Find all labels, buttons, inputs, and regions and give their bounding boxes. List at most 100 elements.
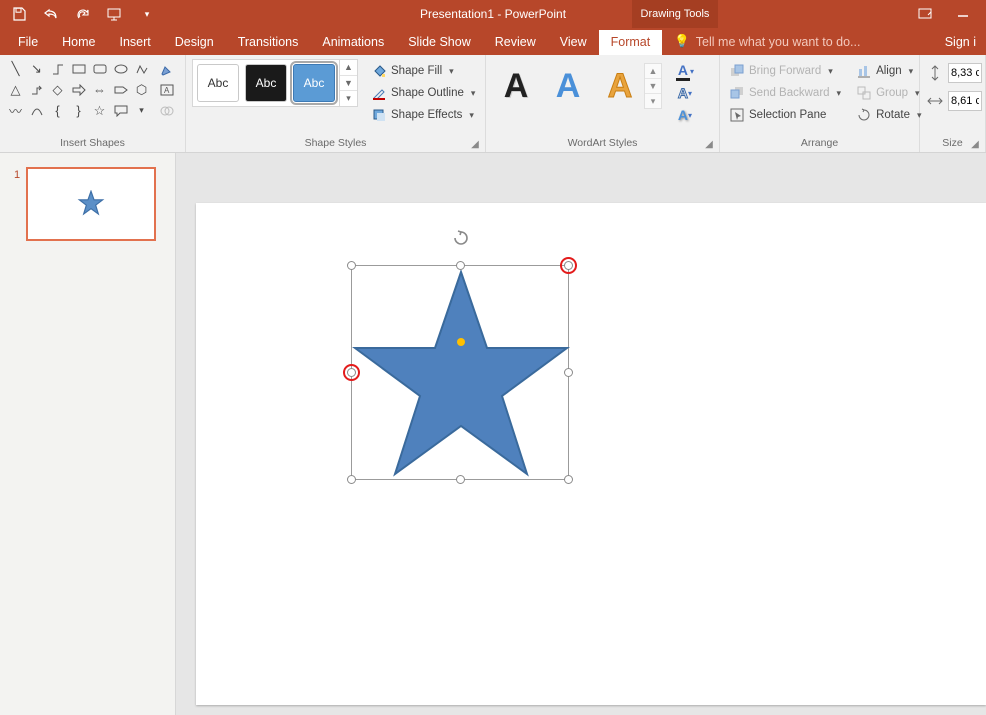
tab-home[interactable]: Home [50, 30, 107, 55]
tell-me-search[interactable]: 💡 Tell me what you want to do... [662, 29, 872, 55]
group-label-insert-shapes: Insert Shapes [0, 137, 185, 152]
ribbon-display-options-icon[interactable] [908, 3, 942, 25]
shape-style-gallery[interactable]: Abc Abc Abc [192, 59, 340, 107]
wordart-preset-3[interactable]: A [598, 63, 642, 109]
selection-frame[interactable] [351, 265, 569, 480]
oval-shape-icon[interactable] [111, 59, 130, 78]
shape-fill-menu[interactable]: Shape Fill▾ [368, 61, 479, 81]
tab-file[interactable]: File [6, 30, 50, 55]
resize-handle-tl[interactable] [347, 261, 356, 270]
width-input[interactable] [948, 91, 982, 111]
tab-review[interactable]: Review [483, 30, 548, 55]
gallery-more-icon[interactable]: ▾ [132, 101, 151, 120]
qat-more-icon[interactable]: ▾ [138, 5, 156, 23]
undo-icon[interactable] [42, 5, 60, 23]
minimize-button[interactable] [946, 3, 980, 25]
callout-shape-icon[interactable] [111, 101, 130, 120]
gallery-up-icon[interactable]: ▲ [340, 60, 357, 76]
resize-handle-t[interactable] [456, 261, 465, 270]
line-shape-icon[interactable]: ╲ [6, 59, 25, 78]
align-icon [857, 64, 871, 78]
text-effects-button[interactable]: A▾ [672, 105, 698, 125]
shape-outline-menu[interactable]: Shape Outline▾ [368, 83, 479, 103]
resize-handle-l[interactable] [347, 368, 356, 377]
save-icon[interactable] [10, 5, 28, 23]
slide-thumbnail-panel[interactable]: 1 [0, 153, 176, 715]
gallery-more-icon[interactable]: ▾ [340, 91, 357, 106]
height-input[interactable] [948, 63, 982, 83]
resize-handle-tr[interactable] [564, 261, 573, 270]
shape-width-field[interactable] [926, 91, 982, 111]
shape-styles-launcher[interactable]: ◢ [469, 138, 481, 150]
diamond-shape-icon[interactable]: ◇ [48, 80, 67, 99]
wordart-gallery[interactable]: A A A [492, 59, 644, 113]
sign-in-link[interactable]: Sign i [935, 30, 986, 55]
tab-transitions[interactable]: Transitions [226, 30, 311, 55]
brace-left-shape-icon[interactable]: { [48, 101, 67, 120]
brace-right-shape-icon[interactable]: } [69, 101, 88, 120]
style-gallery-nav[interactable]: ▲ ▼ ▾ [340, 59, 358, 107]
tab-animations[interactable]: Animations [310, 30, 396, 55]
tab-design[interactable]: Design [163, 30, 226, 55]
tab-view[interactable]: View [548, 30, 599, 55]
edit-shape-button[interactable] [157, 59, 177, 78]
align-menu[interactable]: Align▾ [853, 61, 925, 81]
pentagon-arrow-shape-icon[interactable] [111, 80, 130, 99]
slide-thumbnail-1[interactable] [26, 167, 156, 241]
slide-canvas-area[interactable] [176, 153, 986, 715]
start-slideshow-icon[interactable] [106, 5, 124, 23]
wa-up-icon[interactable]: ▲ [645, 64, 661, 79]
effects-icon [372, 108, 386, 122]
adjustment-handle[interactable] [457, 338, 465, 346]
text-box-button[interactable]: A [157, 80, 177, 99]
style-preset-1[interactable]: Abc [197, 64, 239, 102]
right-arrow-shape-icon[interactable] [69, 80, 88, 99]
gallery-down-icon[interactable]: ▼ [340, 76, 357, 92]
wa-more-icon[interactable]: ▾ [645, 94, 661, 108]
star-shape[interactable] [355, 272, 567, 474]
wordart-preset-2[interactable]: A [546, 63, 590, 109]
tab-slideshow[interactable]: Slide Show [396, 30, 483, 55]
resize-handle-r[interactable] [564, 368, 573, 377]
wordart-preset-1[interactable]: A [494, 63, 538, 109]
line-arrow-shape-icon[interactable]: ↘ [27, 59, 46, 78]
wa-down-icon[interactable]: ▼ [645, 79, 661, 94]
style-preset-3[interactable]: Abc [293, 64, 335, 102]
connector-shape-icon[interactable] [48, 59, 67, 78]
slide-canvas[interactable] [196, 203, 986, 705]
wordart-launcher[interactable]: ◢ [703, 138, 715, 150]
selection-pane-button[interactable]: Selection Pane [726, 105, 845, 125]
star-shape-icon[interactable]: ☆ [90, 101, 109, 120]
left-right-arrow-shape-icon[interactable]: ⇔ [90, 80, 109, 99]
resize-handle-bl[interactable] [347, 475, 356, 484]
text-outline-button[interactable]: A▾ [672, 83, 698, 103]
group-menu: Group▾ [853, 83, 925, 103]
hexagon-shape-icon[interactable]: ⬡ [132, 80, 151, 99]
size-launcher[interactable]: ◢ [969, 138, 981, 150]
rotate-handle[interactable] [452, 229, 470, 247]
ribbon: ╲ ↘ △ ◇ ⇔ ⬡ 〰 { } ☆ ▾ [0, 55, 986, 153]
triangle-shape-icon[interactable]: △ [6, 80, 25, 99]
rounded-rect-shape-icon[interactable] [90, 59, 109, 78]
tab-insert[interactable]: Insert [108, 30, 163, 55]
redo-icon[interactable] [74, 5, 92, 23]
elbow-arrow-shape-icon[interactable] [27, 80, 46, 99]
freeform-shape-icon[interactable] [132, 59, 151, 78]
ribbon-tabs: File Home Insert Design Transitions Anim… [0, 28, 986, 55]
wave-shape-icon[interactable]: 〰 [6, 101, 25, 120]
resize-handle-b[interactable] [456, 475, 465, 484]
rotate-menu[interactable]: Rotate▾ [853, 105, 925, 125]
wordart-gallery-nav[interactable]: ▲ ▼ ▾ [644, 63, 662, 109]
style-preset-2[interactable]: Abc [245, 64, 287, 102]
tab-format[interactable]: Format [599, 30, 663, 55]
send-backward-icon [730, 86, 744, 100]
shapes-gallery[interactable]: ╲ ↘ △ ◇ ⇔ ⬡ 〰 { } ☆ ▾ [6, 59, 151, 120]
resize-handle-br[interactable] [564, 475, 573, 484]
tell-me-placeholder: Tell me what you want to do... [696, 35, 861, 49]
shape-effects-menu[interactable]: Shape Effects▾ [368, 105, 479, 125]
shape-height-field[interactable] [926, 63, 982, 83]
text-fill-button[interactable]: A▾ [672, 61, 698, 81]
pen-icon [372, 86, 386, 100]
curve-shape-icon[interactable] [27, 101, 46, 120]
rectangle-shape-icon[interactable] [69, 59, 88, 78]
